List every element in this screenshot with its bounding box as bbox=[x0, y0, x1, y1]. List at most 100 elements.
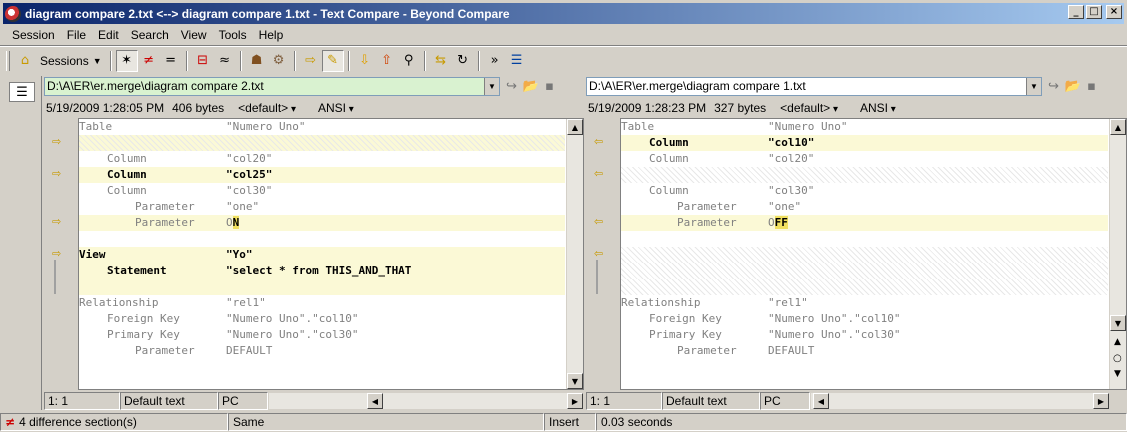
right-path-text: D:\A\ER\er.merge\diagram compare 1.txt bbox=[589, 79, 806, 93]
right-encoding-select[interactable]: ANSI bbox=[860, 101, 896, 115]
rules-icon[interactable]: ☗ bbox=[246, 50, 268, 72]
current-diff-nav-icon[interactable]: ○ bbox=[1113, 353, 1122, 364]
title-bar: diagram compare 2.txt <--> diagram compa… bbox=[0, 0, 1127, 26]
text-line: Parameter DEFAULT bbox=[677, 344, 815, 357]
sessions-button[interactable]: Sessions ▼ bbox=[36, 50, 106, 72]
arrow-right-icon[interactable]: ⇨ bbox=[52, 216, 64, 228]
app-icon[interactable] bbox=[5, 5, 21, 22]
left-encoding-select[interactable]: ANSI bbox=[318, 101, 354, 115]
text-line-blank bbox=[621, 231, 1108, 247]
options-icon[interactable]: ☰ bbox=[506, 50, 528, 72]
left-format-select[interactable]: <default> bbox=[238, 101, 296, 115]
show-same-icon[interactable]: = bbox=[160, 50, 182, 72]
toolbar-separator bbox=[293, 50, 296, 71]
save-icon[interactable]: ▪ bbox=[545, 79, 554, 94]
not-equal-icon: ≠ bbox=[5, 415, 16, 429]
text-line-placeholder bbox=[621, 279, 1108, 295]
scroll-left-icon[interactable]: ◀ bbox=[813, 393, 829, 409]
show-differences-icon[interactable]: ≠ bbox=[138, 50, 160, 72]
toolbar-separator bbox=[109, 50, 112, 71]
right-cursor-position: 1: 1 bbox=[586, 392, 662, 410]
text-line: Foreign Key "Numero Uno"."col10" bbox=[649, 312, 901, 325]
find-icon[interactable]: ⚲ bbox=[398, 50, 420, 72]
menu-help[interactable]: Help bbox=[253, 28, 290, 42]
scroll-right-icon[interactable]: ▶ bbox=[567, 393, 583, 409]
arrow-right-icon[interactable]: ⇨ bbox=[52, 248, 64, 260]
menu-search[interactable]: Search bbox=[125, 28, 175, 42]
difference-count: ≠ 4 difference section(s) bbox=[0, 413, 228, 431]
left-cursor-position: 1: 1 bbox=[44, 392, 120, 410]
arrow-right-icon[interactable]: ⇨ bbox=[52, 168, 64, 180]
left-text-mode: Default text bbox=[120, 392, 218, 410]
text-line: Column "col20" bbox=[107, 152, 273, 165]
reload-icon[interactable]: ↻ bbox=[452, 50, 474, 72]
scroll-down-icon[interactable]: ▼ bbox=[1110, 315, 1126, 331]
text-line: Table "Numero Uno" bbox=[79, 120, 306, 133]
right-vertical-scrollbar[interactable]: ▲ ▼ ▲ ○ ▼ bbox=[1109, 119, 1126, 389]
arrow-left-icon[interactable]: ⇦ bbox=[594, 216, 606, 228]
swap-sides-icon[interactable]: ⇆ bbox=[430, 50, 452, 72]
left-text-area[interactable]: Table "Numero Uno" Column "col20" Column "c… bbox=[78, 118, 584, 390]
chevron-down-icon[interactable]: ▼ bbox=[1026, 77, 1041, 95]
minor-icon[interactable]: ≈ bbox=[214, 50, 236, 72]
home-icon[interactable]: ⌂ bbox=[14, 50, 36, 72]
left-info-row: 5/19/2009 1:28:05 PM 406 bytes <default>… bbox=[44, 99, 354, 117]
minimize-button[interactable]: _ bbox=[1068, 5, 1084, 19]
chevron-down-icon[interactable]: ▼ bbox=[484, 77, 499, 95]
left-path-input[interactable]: D:\A\ER\er.merge\diagram compare 2.txt ▼ bbox=[44, 76, 500, 96]
menu-view[interactable]: View bbox=[175, 28, 213, 42]
text-line-diff: Parameter OFF bbox=[621, 215, 1108, 231]
next-difference-icon[interactable]: ⇩ bbox=[354, 50, 376, 72]
scroll-left-icon[interactable]: ◀ bbox=[367, 393, 383, 409]
history-arrow-icon[interactable]: ↪ bbox=[1048, 79, 1059, 94]
open-folder-icon[interactable]: 📂 bbox=[1065, 79, 1081, 94]
scroll-up-icon[interactable]: ▲ bbox=[567, 119, 583, 135]
text-line: Column "col20" bbox=[649, 152, 815, 165]
context-icon[interactable]: ⊟ bbox=[192, 50, 214, 72]
right-format-select[interactable]: <default> bbox=[780, 101, 838, 115]
scroll-up-icon[interactable]: ▲ bbox=[1110, 119, 1126, 135]
copy-to-other-side-icon[interactable]: ⇨ bbox=[300, 50, 322, 72]
show-all-icon[interactable]: ✶ bbox=[115, 49, 138, 72]
arrow-right-icon[interactable]: ⇨ bbox=[52, 136, 64, 148]
arrow-left-icon[interactable]: ⇦ bbox=[594, 248, 606, 260]
arrow-left-icon[interactable]: ⇦ bbox=[594, 168, 606, 180]
text-line: Table "Numero Uno" bbox=[621, 120, 848, 133]
text-line: Foreign Key "Numero Uno"."col10" bbox=[107, 312, 359, 325]
arrow-left-icon[interactable]: ⇦ bbox=[594, 136, 606, 148]
menu-edit[interactable]: Edit bbox=[92, 28, 125, 42]
toolbar-grip[interactable] bbox=[6, 50, 10, 71]
toolbar-separator bbox=[239, 50, 242, 71]
thumbnail-view-icon[interactable]: ☰ bbox=[9, 82, 35, 102]
scroll-right-icon[interactable]: ▶ bbox=[1093, 393, 1109, 409]
menu-tools[interactable]: Tools bbox=[213, 28, 253, 42]
right-path-input[interactable]: D:\A\ER\er.merge\diagram compare 1.txt ▼ bbox=[586, 76, 1042, 96]
history-arrow-icon[interactable]: ↪ bbox=[506, 79, 517, 94]
left-horizontal-scrollbar[interactable]: ◀ ▶ bbox=[268, 392, 584, 410]
left-vertical-scrollbar[interactable]: ▲ ▼ bbox=[566, 119, 583, 389]
format-icon[interactable]: ⚙ bbox=[268, 50, 290, 72]
scroll-down-icon[interactable]: ▼ bbox=[567, 373, 583, 389]
edit-icon[interactable]: ✎ bbox=[321, 49, 344, 72]
prev-diff-nav-icon[interactable]: ▲ bbox=[1114, 337, 1121, 347]
text-line: Primary Key "Numero Uno"."col30" bbox=[649, 328, 901, 341]
text-line: Primary Key "Numero Uno"."col30" bbox=[107, 328, 359, 341]
next-file-icon[interactable]: » bbox=[484, 50, 506, 72]
prev-difference-icon[interactable]: ⇧ bbox=[376, 50, 398, 72]
toolbar-separator bbox=[477, 50, 480, 71]
menu-session[interactable]: Session bbox=[6, 28, 61, 42]
close-button[interactable]: × bbox=[1106, 5, 1122, 19]
text-line: Column "col30" bbox=[107, 184, 273, 197]
text-line: Relationship "rel1" bbox=[79, 296, 266, 309]
toolbar-separator bbox=[347, 50, 350, 71]
diff-range-bar bbox=[596, 260, 598, 294]
right-horizontal-scrollbar[interactable]: ◀ ▶ bbox=[810, 392, 1110, 410]
maximize-button[interactable]: □ bbox=[1086, 5, 1102, 19]
right-text-area[interactable]: Table "Numero Uno" Column "col10" Column "c… bbox=[620, 118, 1127, 390]
open-folder-icon[interactable]: 📂 bbox=[523, 79, 539, 94]
menu-file[interactable]: File bbox=[61, 28, 92, 42]
left-status-bar: 1: 1 Default text PC ◀ ▶ bbox=[44, 392, 584, 410]
save-icon[interactable]: ▪ bbox=[1087, 79, 1096, 94]
left-path-text: D:\A\ER\er.merge\diagram compare 2.txt bbox=[47, 79, 264, 93]
next-diff-nav-icon[interactable]: ▼ bbox=[1114, 369, 1121, 379]
